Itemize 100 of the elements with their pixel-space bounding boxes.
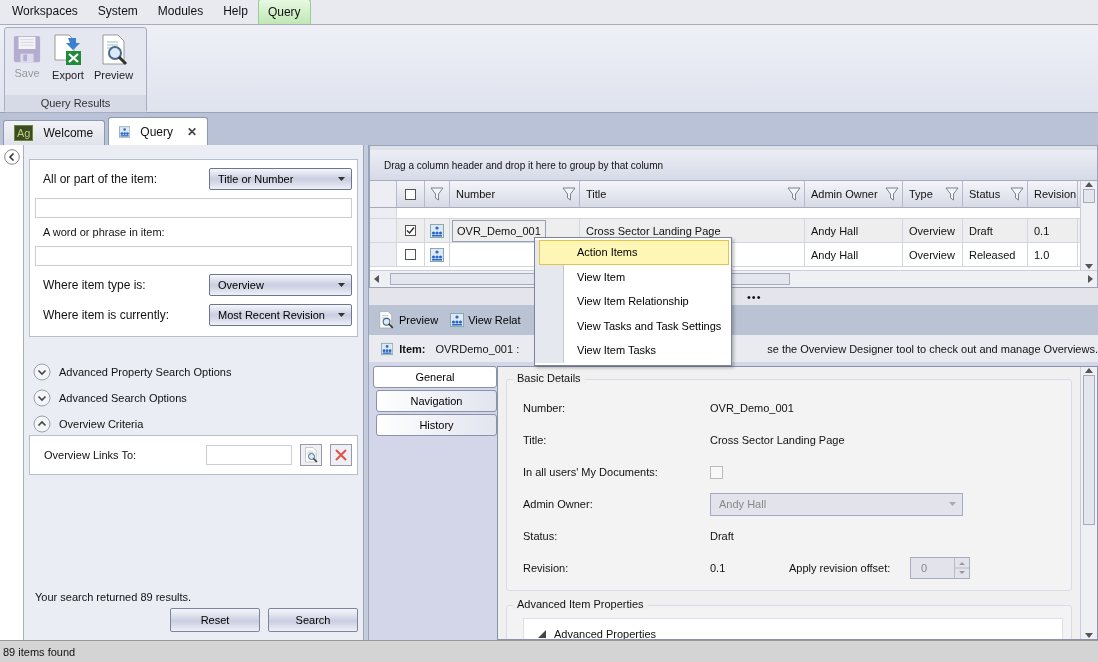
clear-button[interactable]	[330, 444, 352, 466]
menu-item[interactable]: System	[87, 0, 148, 24]
table-cell: Draft	[969, 224, 993, 237]
field-value: OVR_Demo_001	[710, 402, 794, 414]
field-label: Overview Links To:	[44, 449, 138, 461]
table-cell: Overview	[909, 248, 955, 261]
hierarchy-icon	[381, 341, 394, 356]
column-header[interactable]: Title	[580, 181, 805, 207]
field-label: Where item is currently:	[43, 308, 170, 322]
column-header[interactable]: Admin Owner	[805, 181, 903, 207]
collapse-panel-icon[interactable]	[3, 149, 20, 165]
column-header[interactable]: Revision	[1028, 181, 1078, 207]
menu-item[interactable]: Help	[213, 0, 258, 24]
result-count-text: Your search returned 89 results.	[34, 591, 193, 603]
expand-chevron-icon[interactable]	[33, 389, 51, 407]
detail-tab[interactable]: Navigation	[376, 390, 497, 412]
context-menu-item[interactable]: View Item Relationship	[539, 289, 729, 314]
close-icon	[334, 448, 348, 462]
vertical-scrollbar[interactable]	[1080, 181, 1097, 270]
app-logo-icon: Ag	[14, 125, 34, 141]
field-label: Revision:	[523, 562, 570, 574]
context-menu-item[interactable]: View Tasks and Task Settings	[539, 313, 729, 338]
detail-tab[interactable]: History	[376, 414, 497, 436]
filter-icon[interactable]	[787, 187, 801, 201]
column-header[interactable]: Type	[903, 181, 963, 207]
tab-label: Query	[140, 124, 173, 139]
scroll-thumb[interactable]	[1083, 189, 1095, 203]
preview-icon	[303, 447, 319, 463]
export-button[interactable]: Export	[49, 32, 87, 95]
preview-button[interactable]: Preview	[91, 32, 137, 95]
table-cell: Released	[969, 248, 1016, 261]
caret-icon	[338, 313, 345, 317]
column-header[interactable]: Status	[963, 181, 1028, 207]
document-tab[interactable]: Query ✕	[108, 117, 208, 145]
filter-icon[interactable]	[945, 187, 959, 201]
caret-icon	[949, 502, 956, 506]
table-cell: 0.1	[1034, 224, 1050, 237]
expand-chevron-icon[interactable]	[33, 363, 51, 381]
document-tab[interactable]: Ag Welcome	[3, 120, 105, 145]
table-cell: Andy Hall	[811, 248, 859, 261]
overview-link-field[interactable]	[206, 445, 292, 465]
row-checkbox[interactable]	[405, 225, 416, 236]
field-label: Status:	[523, 530, 559, 542]
filter-icon[interactable]	[1010, 187, 1024, 201]
scroll-thumb[interactable]	[1083, 375, 1095, 525]
table-cell[interactable]: OVR_Demo_001	[452, 219, 546, 242]
relations-button[interactable]: View Relat	[450, 313, 521, 327]
hierarchy-icon	[119, 124, 131, 139]
detail-tab[interactable]: General	[373, 366, 497, 388]
expander-label[interactable]: Advanced Property Search Options	[59, 366, 232, 378]
action-button[interactable]: Reset	[170, 608, 260, 632]
tab-label: Welcome	[43, 126, 94, 140]
column-header[interactable]: Number	[450, 181, 580, 207]
group-title: Basic Details	[513, 372, 585, 384]
context-menu-item[interactable]: Action Items	[539, 240, 729, 265]
hierarchy-icon	[430, 247, 444, 262]
caret-icon	[338, 283, 345, 287]
row-header	[370, 181, 397, 207]
menu-item[interactable]: Query	[257, 0, 311, 24]
select-all-checkbox[interactable]	[405, 188, 416, 200]
spreadsheet-export-icon	[52, 34, 84, 66]
expander-label[interactable]: Advanced Search Options	[59, 392, 187, 404]
menu-item[interactable]: Modules	[147, 0, 214, 24]
item-note: se the Overview Designer tool to check out and manage Overviews.	[767, 342, 1098, 355]
context-menu-item[interactable]: View Item	[539, 264, 729, 289]
vertical-scrollbar[interactable]	[1080, 367, 1097, 639]
context-menu-item[interactable]: View Item Tasks	[539, 338, 729, 363]
field-value: 0.1	[710, 562, 727, 574]
table-cell: Andy Hall	[811, 224, 859, 237]
preview-button[interactable]: Preview	[377, 311, 439, 329]
field-label: Title:	[523, 434, 548, 446]
item-label: Item:	[399, 342, 426, 355]
phrase-search-field[interactable]	[35, 246, 352, 266]
revision-dropdown[interactable]: Most Recent Revision	[209, 304, 352, 326]
field-label: Apply revision offset:	[789, 562, 892, 574]
action-button[interactable]: Search	[268, 608, 358, 632]
field-label: In all users' My Documents:	[523, 466, 659, 478]
expander-label[interactable]: Overview Criteria	[59, 418, 144, 430]
field-label: Number:	[523, 402, 567, 414]
group-title: Advanced Item Properties	[513, 598, 648, 610]
menu-item[interactable]: Workspaces	[2, 0, 88, 24]
close-icon[interactable]: ✕	[187, 124, 197, 139]
field-label: All or part of the item:	[43, 172, 158, 186]
match-mode-dropdown[interactable]: Title or Number	[209, 168, 352, 190]
lookup-button[interactable]	[300, 444, 322, 466]
row-checkbox[interactable]	[405, 249, 416, 260]
hierarchy-icon	[450, 313, 465, 327]
item-type-dropdown[interactable]: Overview	[209, 274, 352, 296]
filter-icon[interactable]	[430, 187, 444, 201]
item-search-field[interactable]	[35, 198, 352, 218]
collapse-chevron-icon[interactable]	[33, 415, 51, 433]
scroll-up-icon[interactable]	[1085, 367, 1093, 373]
splitter-grip[interactable]: •••	[747, 290, 762, 303]
filter-icon[interactable]	[885, 187, 899, 201]
status-bar: 89 items found	[0, 640, 1098, 662]
expanded-triangle-icon[interactable]	[538, 630, 546, 638]
table-row[interactable]: OVR_Demo_001 Cross Sector Landing Page Andy Hall Overview Draft 0.1	[370, 219, 1080, 243]
checkbox[interactable]	[710, 465, 723, 479]
hierarchy-icon	[430, 223, 444, 238]
filter-icon[interactable]	[562, 187, 576, 201]
